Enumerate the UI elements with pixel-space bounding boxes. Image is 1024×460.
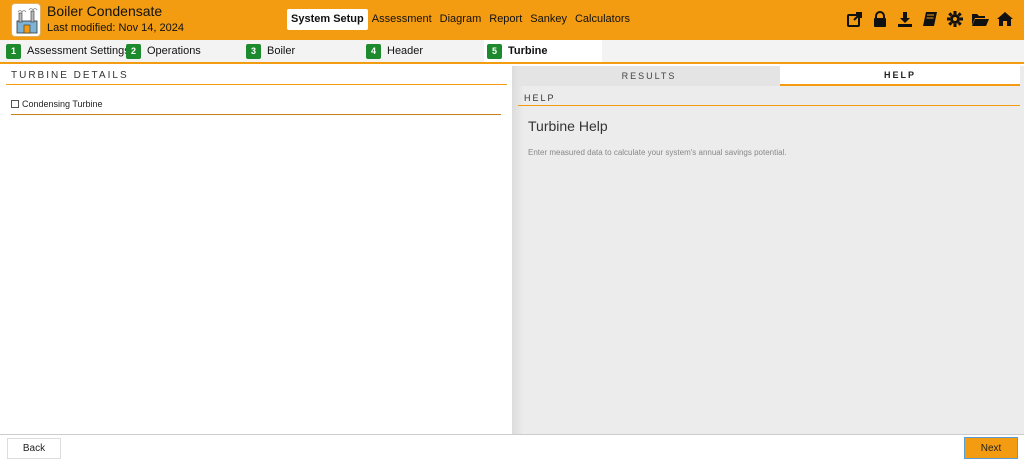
- help-text: Enter measured data to calculate your sy…: [528, 148, 787, 157]
- next-button[interactable]: Next: [964, 437, 1018, 459]
- folder-open-icon[interactable]: [971, 10, 989, 28]
- section-title: TURBINE DETAILS: [11, 70, 129, 81]
- step-number-badge: 3: [246, 43, 261, 59]
- home-icon[interactable]: [996, 10, 1014, 28]
- nav-system-setup[interactable]: System Setup: [287, 9, 368, 30]
- condensing-turbine-option[interactable]: Condensing Turbine: [11, 99, 103, 109]
- step-number-badge: 5: [487, 43, 502, 59]
- step-bar: 1 Assessment Settings 2 Operations 3 Boi…: [0, 40, 1024, 64]
- nav-diagram[interactable]: Diagram: [436, 9, 486, 30]
- back-button[interactable]: Back: [7, 438, 61, 459]
- checkbox-label: Condensing Turbine: [22, 99, 103, 109]
- step-boiler[interactable]: 3 Boiler: [246, 40, 295, 62]
- step-operations[interactable]: 2 Operations: [126, 40, 201, 62]
- app-title: Boiler Condensate: [47, 3, 163, 19]
- turbine-details-panel: TURBINE DETAILS Condensing Turbine: [0, 66, 512, 434]
- step-label: Operations: [147, 45, 201, 57]
- download-icon[interactable]: [896, 10, 914, 28]
- step-header[interactable]: 4 Header: [366, 40, 423, 62]
- step-number-badge: 2: [126, 43, 141, 59]
- footer-bar: Back Next: [0, 434, 1024, 460]
- step-number-badge: 1: [6, 43, 21, 59]
- step-assessment-settings[interactable]: 1 Assessment Settings: [6, 40, 130, 62]
- tab-help[interactable]: HELP: [780, 66, 1020, 86]
- step-label: Turbine: [508, 45, 548, 57]
- main-nav: System Setup Assessment Diagram Report S…: [287, 9, 634, 30]
- section-divider: [6, 84, 507, 85]
- step-label: Assessment Settings: [27, 45, 130, 57]
- book-icon[interactable]: [921, 10, 939, 28]
- nav-report[interactable]: Report: [485, 9, 526, 30]
- step-number-badge: 4: [366, 43, 381, 59]
- app-logo[interactable]: [11, 3, 41, 37]
- export-icon[interactable]: [846, 10, 864, 28]
- nav-assessment[interactable]: Assessment: [368, 9, 436, 30]
- help-title: Turbine Help: [528, 118, 608, 134]
- help-panel: RESULTS HELP HELP Turbine Help Enter mea…: [512, 66, 1024, 434]
- step-label: Boiler: [267, 45, 296, 57]
- top-bar: Boiler Condensate Last modified: Nov 14,…: [0, 0, 1024, 40]
- toolbar: [846, 10, 1014, 28]
- gear-icon[interactable]: [946, 10, 964, 28]
- step-label: Header: [387, 45, 424, 57]
- step-turbine[interactable]: 5 Turbine: [484, 40, 602, 62]
- nav-calculators[interactable]: Calculators: [571, 9, 634, 30]
- help-divider: [518, 105, 1020, 106]
- help-section-title: HELP: [524, 93, 556, 103]
- condensing-turbine-checkbox[interactable]: [11, 100, 19, 108]
- form-divider: [11, 114, 501, 115]
- last-modified: Last modified: Nov 14, 2024: [47, 22, 184, 34]
- lock-icon[interactable]: [871, 10, 889, 28]
- tab-results[interactable]: RESULTS: [518, 66, 780, 86]
- factory-icon: [16, 8, 38, 34]
- nav-sankey[interactable]: Sankey: [526, 9, 571, 30]
